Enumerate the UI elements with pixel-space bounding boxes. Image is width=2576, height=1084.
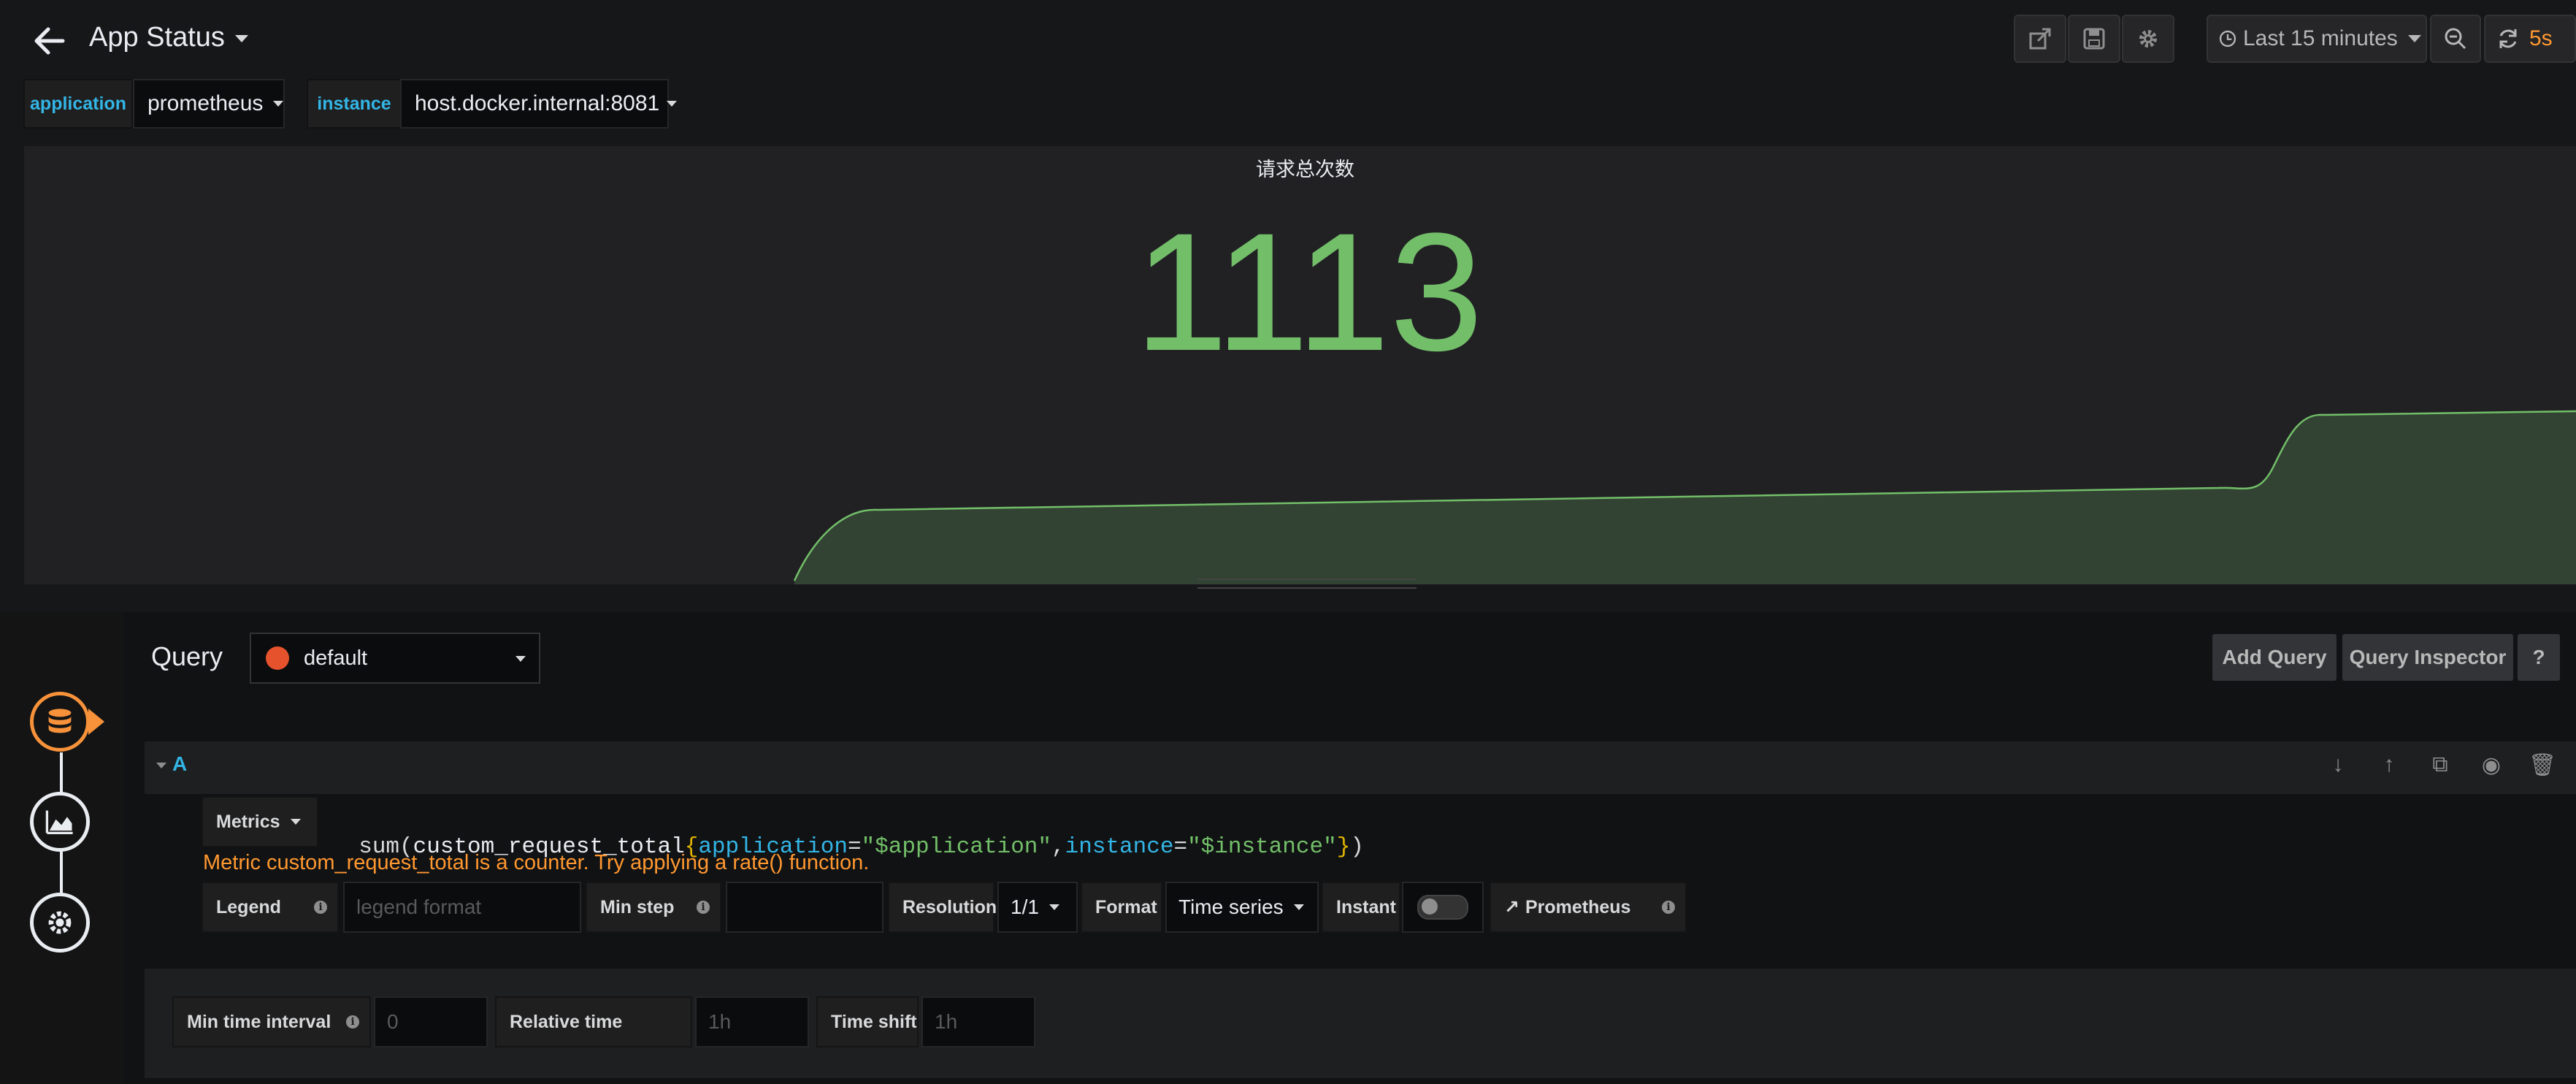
variable-value: prometheus <box>147 91 264 115</box>
time-range-picker[interactable]: Last 15 minutes <box>2207 15 2427 63</box>
move-down-icon[interactable]: ↓ <box>2323 752 2353 782</box>
help-button[interactable]: ? <box>2518 634 2560 681</box>
datasource-name: default <box>304 646 368 670</box>
chevron-down-icon <box>1293 904 1304 910</box>
rail-visualization-tab[interactable] <box>30 792 90 852</box>
instant-label: Instant <box>1322 882 1400 933</box>
resolution-select[interactable]: 1/1 <box>997 882 1078 933</box>
clock-icon <box>2219 30 2236 47</box>
legend-format-input[interactable]: legend format <box>343 882 581 933</box>
move-up-icon[interactable]: ↑ <box>2374 752 2404 782</box>
info-icon[interactable]: i <box>1662 901 1675 914</box>
refresh-picker[interactable]: 5s <box>2484 15 2576 63</box>
variable-label-instance: instance <box>307 79 402 129</box>
metrics-button[interactable]: Metrics <box>202 796 318 847</box>
cog-wrench-icon <box>48 911 72 934</box>
chevron-down-icon <box>1049 904 1059 910</box>
min-step-label-text: Min step <box>600 896 675 917</box>
variable-value: host.docker.internal:8081 <box>415 91 660 115</box>
zoom-out-button[interactable] <box>2430 15 2481 63</box>
query-inspector-button[interactable]: Query Inspector <box>2342 634 2513 681</box>
info-icon[interactable]: i <box>346 1015 359 1028</box>
area-chart-icon <box>45 810 73 835</box>
relative-time-input[interactable]: 1h <box>695 996 809 1047</box>
rail-general-tab[interactable] <box>30 893 90 953</box>
stat-value: 1113 <box>1134 198 1484 386</box>
save-button[interactable] <box>2068 15 2120 63</box>
variable-select-instance[interactable]: host.docker.internal:8081 <box>400 79 678 129</box>
refresh-icon <box>2499 29 2517 48</box>
counter-warning[interactable]: Metric custom_request_total is a counter… <box>203 851 869 875</box>
legend-label-text: Legend <box>216 896 281 917</box>
chevron-down-icon <box>667 101 678 107</box>
format-label: Format <box>1081 882 1162 933</box>
instant-toggle[interactable] <box>1402 882 1484 933</box>
info-icon[interactable]: i <box>314 901 327 914</box>
active-tab-pointer <box>88 709 104 735</box>
resolution-label: Resolution <box>888 882 997 933</box>
query-row-toggle[interactable]: A <box>156 752 187 776</box>
variable-label-application: application <box>23 79 133 129</box>
chevron-down-icon <box>234 34 248 42</box>
chevron-down-icon <box>156 762 166 768</box>
database-icon <box>48 709 72 733</box>
share-button[interactable] <box>2014 15 2066 63</box>
variable-select-application[interactable]: prometheus <box>133 79 285 129</box>
format-value: Time series <box>1178 896 1284 918</box>
panel-resize-handle[interactable] <box>1197 579 1417 589</box>
external-link-icon: ↗ <box>1504 897 1519 917</box>
legend-label: Legend i <box>202 882 339 933</box>
dashboard-title-text: App Status <box>89 22 225 53</box>
gear-icon <box>2139 30 2157 47</box>
query-row-header <box>145 741 2576 794</box>
duplicate-icon[interactable]: ⧉ <box>2426 752 2455 782</box>
chevron-down-icon <box>2407 35 2421 42</box>
add-query-button[interactable]: Add Query <box>2212 634 2337 681</box>
metrics-label: Metrics <box>216 811 280 832</box>
min-time-interval-input[interactable]: 0 <box>374 996 488 1047</box>
info-icon[interactable]: i <box>697 901 710 914</box>
min-time-interval-label: Min time interval i <box>172 996 371 1047</box>
save-icon <box>2083 28 2105 50</box>
expr-label-value: "$application" <box>861 834 1052 860</box>
relative-time-label: Relative time <box>495 996 692 1047</box>
min-step-label: Min step i <box>586 882 721 933</box>
rail-queries-tab[interactable] <box>30 692 90 752</box>
dashboard-title[interactable]: App Status <box>89 22 248 53</box>
chevron-down-icon <box>290 819 301 825</box>
settings-button[interactable] <box>2122 15 2174 63</box>
panel-title[interactable]: 请求总次数 <box>0 153 2576 182</box>
prometheus-icon <box>266 646 289 670</box>
prometheus-link[interactable]: ↗ Prometheus i <box>1490 882 1687 933</box>
resolution-value: 1/1 <box>1011 896 1039 918</box>
format-select[interactable]: Time series <box>1165 882 1319 933</box>
back-arrow-icon[interactable] <box>29 20 70 61</box>
refresh-interval-label: 5s <box>2529 26 2553 50</box>
zoom-out-icon <box>2445 28 2466 50</box>
query-ref-id: A <box>172 752 188 775</box>
query-heading: Query <box>151 641 223 671</box>
time-shift-input[interactable]: 1h <box>921 996 1035 1047</box>
expr-label-value: "$instance" <box>1187 834 1337 860</box>
prometheus-link-text: Prometheus <box>1525 896 1631 917</box>
toggle-switch <box>1417 895 1468 920</box>
chevron-down-icon <box>273 101 284 107</box>
trash-icon[interactable]: 🗑 <box>2528 752 2557 782</box>
min-step-input[interactable] <box>726 882 883 933</box>
time-shift-label: Time shift <box>816 996 919 1047</box>
expr-label-key: instance <box>1065 834 1174 860</box>
eye-icon[interactable]: ◉ <box>2477 752 2506 782</box>
time-range-label: Last 15 minutes <box>2243 26 2398 50</box>
share-icon <box>2029 28 2051 50</box>
min-time-interval-text: Min time interval <box>187 1011 331 1032</box>
datasource-select[interactable]: default <box>250 633 540 684</box>
chevron-down-icon <box>515 656 526 662</box>
